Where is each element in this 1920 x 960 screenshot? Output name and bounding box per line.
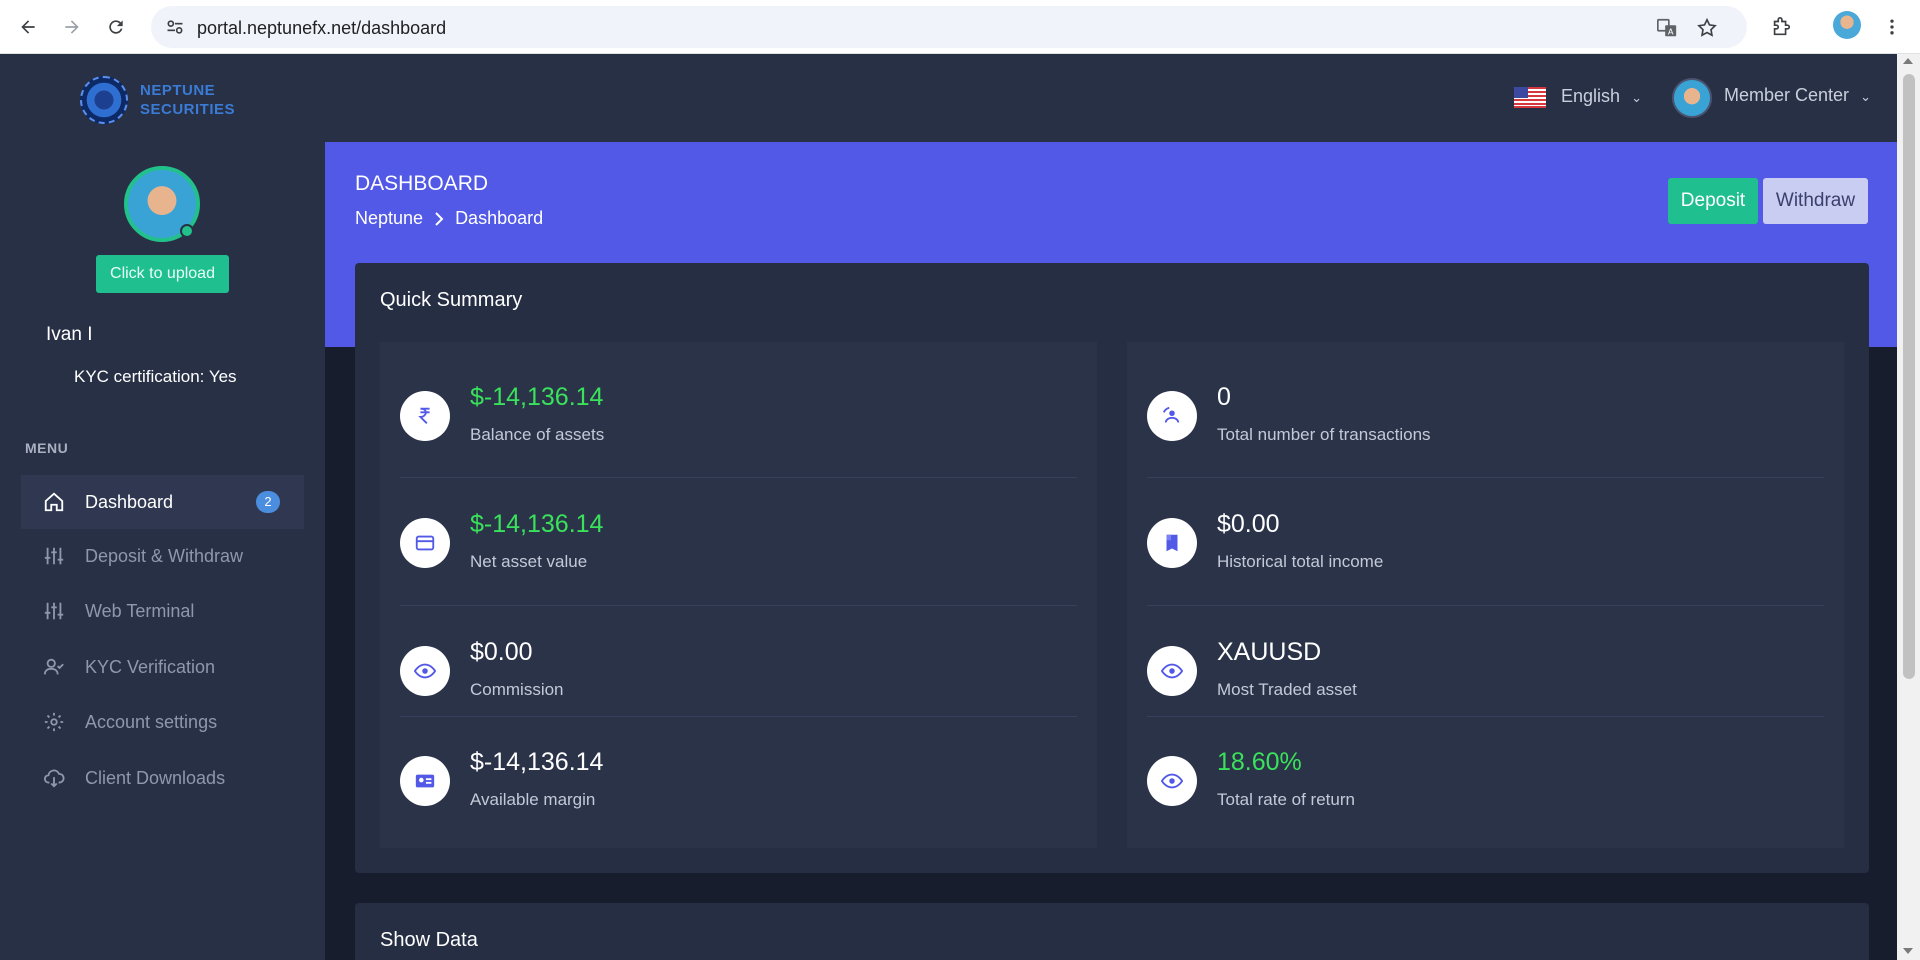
scroll-up-arrow-icon[interactable] [1903, 58, 1913, 64]
sidebar-item-dashboard[interactable]: Dashboard 2 [21, 475, 304, 529]
historical-income-value: $0.00 [1217, 510, 1280, 538]
sidebar-item-deposit-withdraw[interactable]: Deposit & Withdraw [21, 529, 304, 583]
sliders-icon [43, 600, 65, 622]
divider [400, 477, 1077, 478]
net-asset-label: Net asset value [470, 552, 588, 571]
balance-value: $-14,136.14 [470, 383, 604, 411]
book-icon [1147, 518, 1197, 568]
neptune-logo-icon [80, 76, 128, 124]
sidebar-item-label: Deposit & Withdraw [85, 545, 244, 566]
forward-button[interactable] [56, 11, 88, 43]
rupee-icon [400, 391, 450, 441]
divider [1147, 477, 1824, 478]
brand-logo[interactable]: NEPTUNE SECURITIES [80, 76, 235, 124]
sidebar-item-account-settings[interactable]: Account settings [21, 695, 304, 749]
kyc-label: KYC certification: [74, 367, 205, 386]
withdraw-button[interactable]: Withdraw [1763, 178, 1868, 224]
available-margin-value: $-14,136.14 [470, 748, 604, 776]
menu-heading: MENU [25, 440, 69, 456]
sliders-icon [43, 545, 65, 567]
sidebar-item-label: Account settings [85, 711, 218, 732]
page-title: DASHBOARD [355, 172, 489, 195]
arrow-right-icon [65, 20, 79, 34]
home-icon [43, 491, 65, 513]
show-data-title: Show Data [380, 929, 478, 951]
eye-icon [1147, 646, 1197, 696]
back-button[interactable] [12, 11, 44, 43]
chevron-down-icon: ⌄ [1631, 90, 1642, 105]
brand-name: NEPTUNE SECURITIES [140, 82, 236, 118]
sidebar-item-kyc-verification[interactable]: KYC Verification [21, 640, 304, 694]
chevron-right-icon [435, 211, 444, 226]
transaction-icon [1147, 391, 1197, 441]
scrollbar-thumb[interactable] [1903, 74, 1915, 679]
historical-income-label: Historical total income [1217, 552, 1384, 571]
divider [400, 605, 1077, 606]
most-traded-value: XAUUSD [1217, 638, 1322, 666]
commission-value: $0.00 [470, 638, 533, 666]
translate-icon[interactable]: A [1656, 17, 1678, 39]
divider [1147, 605, 1824, 606]
net-asset-value: $-14,136.14 [470, 510, 604, 538]
user-check-icon [43, 656, 65, 678]
commission-label: Commission [470, 680, 564, 699]
balance-label: Balance of assets [470, 425, 605, 444]
svg-text:A: A [1668, 26, 1674, 36]
language-selector[interactable]: English ⌄ [1561, 86, 1642, 107]
upload-avatar-button[interactable]: Click to upload [96, 255, 229, 293]
divider [400, 716, 1077, 717]
gear-icon [43, 711, 65, 733]
user-name: Ivan I [46, 324, 93, 345]
breadcrumb-current: Dashboard [455, 208, 544, 228]
rate-of-return-value: 18.60% [1217, 748, 1302, 776]
transactions-value: 0 [1217, 383, 1231, 411]
top-header [325, 54, 1897, 142]
cloud-download-icon [43, 767, 65, 789]
sidebar-item-label: Client Downloads [85, 767, 226, 788]
us-flag-icon[interactable] [1514, 87, 1546, 108]
online-status-dot [180, 224, 194, 238]
sidebar-item-web-terminal[interactable]: Web Terminal [21, 584, 304, 638]
notification-badge: 2 [256, 491, 280, 513]
scroll-down-arrow-icon[interactable] [1903, 948, 1913, 954]
language-label: English [1561, 86, 1621, 106]
puzzle-icon [1773, 17, 1791, 36]
browser-toolbar: portal.neptunefx.net/dashboard A [0, 0, 1920, 54]
transactions-label: Total number of transactions [1217, 425, 1431, 444]
star-icon[interactable] [1696, 17, 1718, 39]
available-margin-label: Available margin [470, 790, 596, 809]
wallet-user-icon [400, 756, 450, 806]
rate-of-return-label: Total rate of return [1217, 790, 1355, 809]
sidebar-item-label: KYC Verification [85, 656, 216, 677]
url-text[interactable]: portal.neptunefx.net/dashboard [197, 18, 446, 39]
breadcrumb: Neptune Dashboard [355, 208, 543, 229]
browser-menu-button[interactable] [1876, 11, 1908, 43]
credit-card-icon [400, 518, 450, 568]
sidebar-item-client-downloads[interactable]: Client Downloads [21, 751, 304, 805]
eye-icon [1147, 756, 1197, 806]
arrow-left-icon [21, 20, 35, 34]
kyc-value: Yes [208, 367, 237, 386]
breadcrumb-root[interactable]: Neptune [355, 208, 423, 229]
browser-profile-avatar[interactable] [1833, 11, 1861, 39]
member-avatar[interactable] [1672, 78, 1712, 118]
chevron-down-icon: ⌄ [1860, 89, 1871, 104]
deposit-button[interactable]: Deposit [1668, 178, 1758, 224]
member-center-label: Member Center [1724, 85, 1850, 105]
show-data-card [355, 903, 1869, 960]
extensions-button[interactable] [1765, 11, 1797, 43]
address-bar[interactable]: portal.neptunefx.net/dashboard A [151, 6, 1747, 48]
quick-summary-title: Quick Summary [380, 289, 523, 311]
reload-icon [109, 20, 123, 34]
sidebar-item-label: Web Terminal [85, 600, 195, 621]
most-traded-label: Most Traded asset [1217, 680, 1357, 699]
site-settings-icon[interactable] [165, 17, 185, 37]
divider [1147, 716, 1824, 717]
kyc-status: KYC certification: Yes [74, 367, 237, 387]
eye-icon [400, 646, 450, 696]
sidebar-item-label: Dashboard [85, 491, 174, 512]
more-vertical-icon [1890, 19, 1894, 35]
member-center-menu[interactable]: Member Center ⌄ [1724, 85, 1871, 106]
reload-button[interactable] [100, 11, 132, 43]
